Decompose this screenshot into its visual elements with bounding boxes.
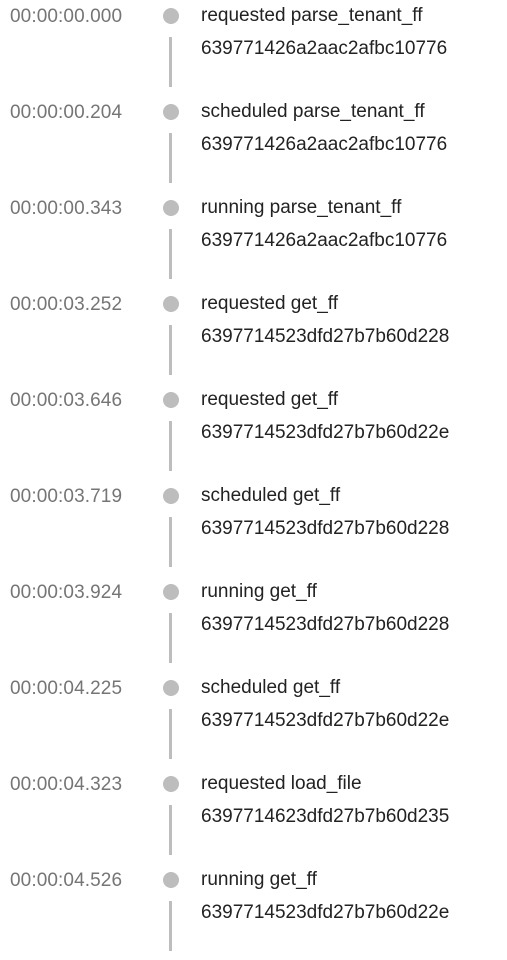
event-timestamp: 00:00:04.323 bbox=[10, 774, 123, 795]
event-id: 6397714523dfd27b7b60d22e bbox=[201, 902, 450, 923]
event-timestamp: 00:00:00.000 bbox=[10, 6, 123, 27]
timeline-dot-icon bbox=[163, 104, 179, 120]
event-timeline: 00:00:00.000 requested parse_tenant_ff 6… bbox=[0, 0, 507, 951]
event-description: scheduled get_ff 6397714523dfd27b7b60d22… bbox=[201, 671, 449, 737]
event-action: scheduled get_ff bbox=[201, 677, 341, 698]
event-description: requested get_ff 6397714523dfd27b7b60d22… bbox=[201, 383, 449, 449]
event-description: requested get_ff 6397714523dfd27b7b60d22… bbox=[201, 287, 449, 353]
event-id: 6397714523dfd27b7b60d22e bbox=[201, 422, 450, 443]
event-timestamp: 00:00:00.343 bbox=[10, 198, 123, 219]
timeline-dot-icon bbox=[163, 776, 179, 792]
event-action: running get_ff bbox=[201, 869, 317, 890]
event-action: requested get_ff bbox=[201, 389, 338, 410]
event-timestamp: 00:00:04.225 bbox=[10, 678, 123, 699]
event-timestamp: 00:00:03.646 bbox=[10, 390, 123, 411]
timeline-connector bbox=[169, 709, 172, 759]
timeline-dot-icon bbox=[163, 8, 179, 24]
timeline-connector bbox=[169, 133, 172, 183]
event-action: scheduled get_ff bbox=[201, 485, 341, 506]
timeline-connector bbox=[169, 613, 172, 663]
event-id: 6397714623dfd27b7b60d235 bbox=[201, 806, 450, 827]
timeline-event: 00:00:00.204 scheduled parse_tenant_ff 6… bbox=[0, 96, 507, 192]
timeline-dot-icon bbox=[163, 680, 179, 696]
event-id: 639771426a2aac2afbc10776 bbox=[201, 38, 448, 59]
event-action: running get_ff bbox=[201, 581, 317, 602]
event-timestamp: 00:00:04.526 bbox=[10, 870, 123, 891]
timeline-event: 00:00:03.646 requested get_ff 6397714523… bbox=[0, 384, 507, 480]
timeline-dot-icon bbox=[163, 392, 179, 408]
event-action: requested load_file bbox=[201, 773, 362, 794]
timeline-connector bbox=[169, 421, 172, 471]
timeline-dot-icon bbox=[163, 488, 179, 504]
event-timestamp: 00:00:03.252 bbox=[10, 294, 123, 315]
event-id: 6397714523dfd27b7b60d228 bbox=[201, 614, 450, 635]
timeline-connector bbox=[169, 229, 172, 279]
timeline-event: 00:00:00.000 requested parse_tenant_ff 6… bbox=[0, 0, 507, 96]
timeline-dot-icon bbox=[163, 200, 179, 216]
event-id: 6397714523dfd27b7b60d228 bbox=[201, 518, 450, 539]
timeline-connector bbox=[169, 37, 172, 87]
event-action: scheduled parse_tenant_ff bbox=[201, 101, 425, 122]
event-id: 639771426a2aac2afbc10776 bbox=[201, 134, 448, 155]
event-description: scheduled parse_tenant_ff 639771426a2aac… bbox=[201, 95, 447, 161]
event-timestamp: 00:00:03.719 bbox=[10, 486, 123, 507]
timeline-event: 00:00:04.225 scheduled get_ff 6397714523… bbox=[0, 672, 507, 768]
event-description: requested load_file 6397714623dfd27b7b60… bbox=[201, 767, 449, 833]
timeline-event: 00:00:04.323 requested load_file 6397714… bbox=[0, 768, 507, 864]
timeline-event: 00:00:03.252 requested get_ff 6397714523… bbox=[0, 288, 507, 384]
event-id: 6397714523dfd27b7b60d228 bbox=[201, 326, 450, 347]
event-description: running get_ff 6397714523dfd27b7b60d22e bbox=[201, 863, 449, 929]
timeline-dot-icon bbox=[163, 296, 179, 312]
timeline-connector bbox=[169, 517, 172, 567]
event-description: running parse_tenant_ff 639771426a2aac2a… bbox=[201, 191, 447, 257]
event-timestamp: 00:00:00.204 bbox=[10, 102, 123, 123]
event-timestamp: 00:00:03.924 bbox=[10, 582, 123, 603]
event-description: running get_ff 6397714523dfd27b7b60d228 bbox=[201, 575, 449, 641]
event-description: requested parse_tenant_ff 639771426a2aac… bbox=[201, 0, 447, 65]
timeline-dot-icon bbox=[163, 872, 179, 888]
timeline-event: 00:00:04.526 running get_ff 6397714523df… bbox=[0, 864, 507, 960]
timeline-event: 00:00:03.924 running get_ff 6397714523df… bbox=[0, 576, 507, 672]
event-id: 6397714523dfd27b7b60d22e bbox=[201, 710, 450, 731]
event-action: running parse_tenant_ff bbox=[201, 197, 402, 218]
timeline-event: 00:00:03.719 scheduled get_ff 6397714523… bbox=[0, 480, 507, 576]
event-action: requested parse_tenant_ff bbox=[201, 5, 423, 26]
event-description: scheduled get_ff 6397714523dfd27b7b60d22… bbox=[201, 479, 449, 545]
event-action: requested get_ff bbox=[201, 293, 338, 314]
timeline-connector bbox=[169, 901, 172, 951]
timeline-connector bbox=[169, 805, 172, 855]
timeline-dot-icon bbox=[163, 584, 179, 600]
event-id: 639771426a2aac2afbc10776 bbox=[201, 230, 448, 251]
timeline-event: 00:00:00.343 running parse_tenant_ff 639… bbox=[0, 192, 507, 288]
timeline-connector bbox=[169, 325, 172, 375]
